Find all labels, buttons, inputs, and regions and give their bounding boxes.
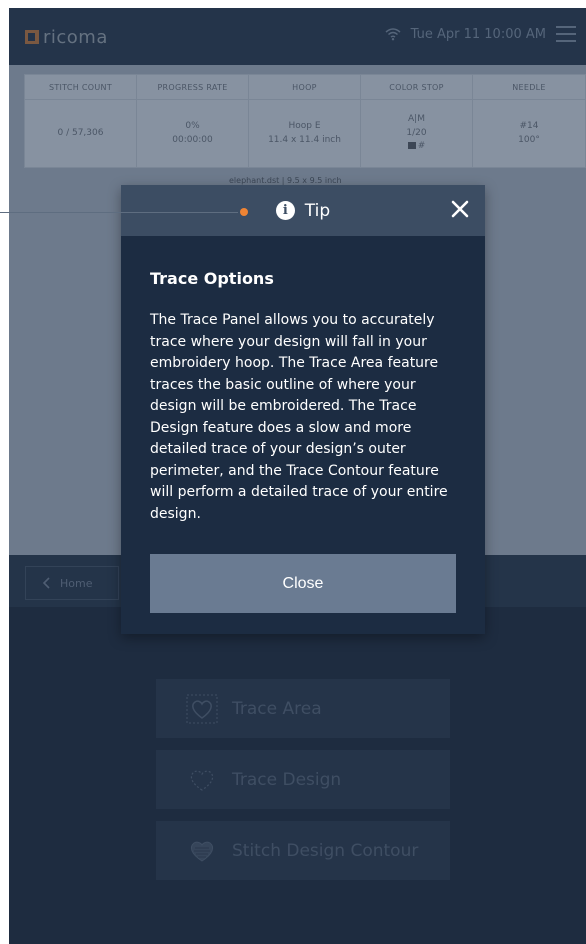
tip-modal: i Tip Trace Options The Trace Panel allo… — [121, 185, 485, 634]
hoop-column: HOOP Hoop E 11.4 x 11.4 inch — [249, 75, 361, 167]
stitch-count-column: STITCH COUNT 0 / 57,306 — [25, 75, 137, 167]
home-button[interactable]: Home — [25, 566, 119, 600]
design-filename: elephant.dst | 9.5 x 9.5 inch — [229, 176, 342, 185]
stat-header: NEEDLE — [473, 75, 585, 100]
stat-header: HOOP — [249, 75, 360, 100]
datetime-label: Tue Apr 11 10:00 AM — [410, 26, 546, 42]
modal-header: i Tip — [121, 185, 485, 236]
info-icon: i — [275, 201, 295, 220]
stat-value: 11.4 x 11.4 inch — [268, 134, 341, 145]
heart-outline-icon — [190, 770, 214, 791]
stat-value: A|M — [408, 114, 425, 125]
stat-value: # — [417, 141, 426, 152]
heart-filled-icon — [190, 841, 214, 862]
stat-value: 0 / 57,306 — [57, 127, 104, 138]
stat-value: 100° — [518, 134, 540, 145]
stat-value: 00:00:00 — [172, 134, 213, 145]
heart-dashed-box-icon — [186, 694, 218, 723]
color-swatch-row: # — [407, 140, 426, 154]
close-icon[interactable] — [449, 198, 471, 220]
modal-body-text: The Trace Panel allows you to accurately… — [150, 312, 448, 522]
stat-header: COLOR STOP — [361, 75, 472, 100]
logo-mark-icon — [25, 30, 39, 44]
stat-header: PROGRESS RATE — [137, 75, 248, 100]
home-label: Home — [60, 576, 93, 590]
stat-header: STITCH COUNT — [25, 75, 136, 100]
callout-line — [0, 212, 238, 213]
wifi-icon — [385, 28, 401, 41]
ricoma-logo: ricoma — [25, 25, 108, 49]
trace-design-button[interactable]: Trace Design — [156, 750, 450, 809]
stitch-design-contour-label: Stitch Design Contour — [232, 840, 419, 861]
stitch-design-contour-button[interactable]: Stitch Design Contour — [156, 821, 450, 880]
callout-dot — [240, 208, 248, 216]
progress-rate-column: PROGRESS RATE 0% 00:00:00 — [137, 75, 249, 167]
stat-value: 0% — [185, 121, 200, 131]
app-window: ricoma Tue Apr 11 10:00 AM STITCH COUNT … — [9, 8, 586, 944]
close-button[interactable]: Close — [150, 554, 456, 613]
chevron-left-icon — [42, 577, 50, 589]
logo-text: ricoma — [43, 26, 108, 48]
top-bar: ricoma Tue Apr 11 10:00 AM — [9, 8, 586, 65]
trace-area-button[interactable]: Trace Area — [156, 679, 450, 738]
needle-column: NEEDLE #14 100° — [473, 75, 585, 167]
stat-value: Hoop E — [288, 121, 321, 131]
modal-title: Trace Options — [150, 269, 274, 288]
modal-header-title: Tip — [304, 200, 331, 221]
trace-design-label: Trace Design — [232, 769, 342, 790]
trace-area-label: Trace Area — [232, 698, 322, 719]
color-stop-column: COLOR STOP A|M 1/20 # — [361, 75, 473, 167]
stat-value: 1/20 — [406, 127, 427, 138]
status-area: Tue Apr 11 10:00 AM — [385, 26, 576, 42]
color-swatch — [407, 142, 416, 150]
stat-value: #14 — [519, 121, 539, 131]
menu-icon[interactable] — [556, 26, 576, 42]
machine-stats-panel: STITCH COUNT 0 / 57,306 PROGRESS RATE 0%… — [24, 74, 586, 168]
